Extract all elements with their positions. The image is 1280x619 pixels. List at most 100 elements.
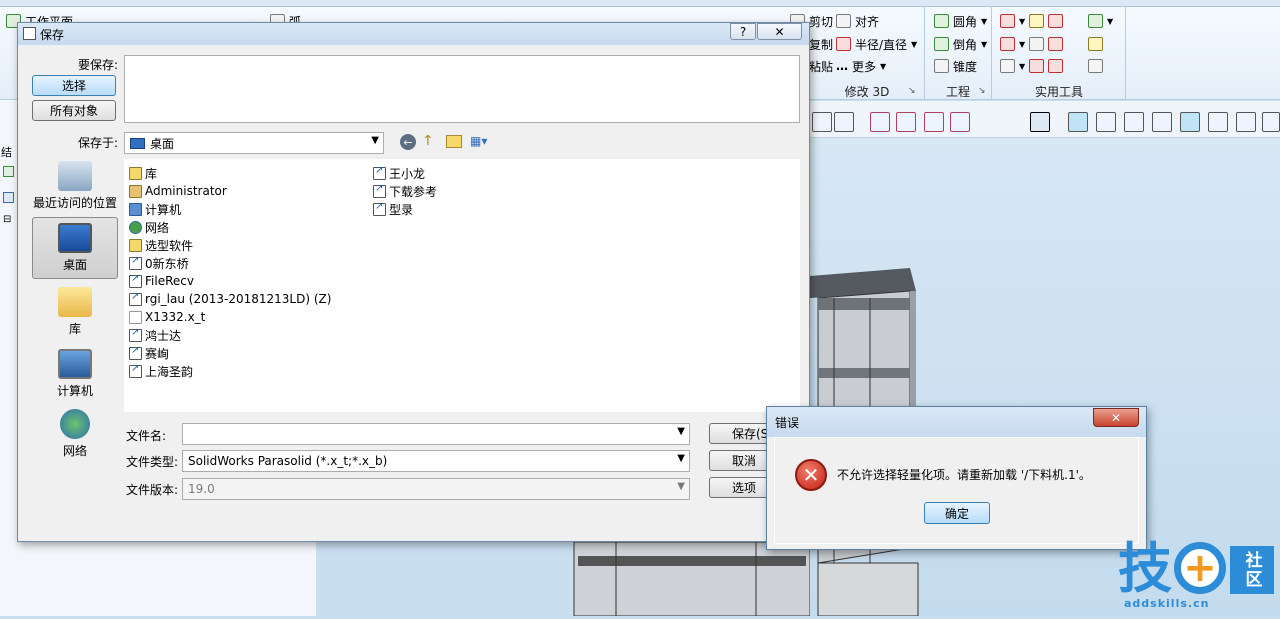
file-column-1: 库 Administrator 计算机 网络 选型软件 0新东桥 FileRec… [129,164,331,380]
watermark-url: addskills.cn [1124,597,1210,610]
chamfer-icon [934,37,949,51]
error-dialog-titlebar[interactable]: 错误 [767,407,1146,437]
error-dialog: 错误 ✕ ✕ 不允许选择轻量化项。请重新加载 '/下料机.1'。 确定 [766,406,1147,550]
place-desktop[interactable]: 桌面 [32,217,118,279]
list-item[interactable]: FileRecv [129,272,331,290]
view-left-icon[interactable] [1152,112,1172,132]
list-item[interactable]: 下载参考 [373,182,437,200]
to-save-label: 要保存: [78,58,119,72]
view-back-icon[interactable] [1180,112,1200,132]
view-more-icon[interactable] [1262,112,1280,132]
back-icon[interactable]: ← [400,134,416,150]
watermark-main: 技 [1118,537,1172,600]
viewport-left [316,541,811,617]
tree-node-icon[interactable] [3,166,14,177]
list-item[interactable]: 0新东桥 [129,254,331,272]
view-iso-icon[interactable] [1236,112,1256,132]
error-message: 不允许选择轻量化项。请重新加载 '/下料机.1'。 [837,468,1091,482]
place-recent[interactable]: 最近访问的位置 [32,161,118,211]
fillet-icon [934,14,949,28]
ribbon-chamfer-button[interactable]: 倒角 ▼ [934,35,987,53]
ribbon-tool-3[interactable]: ▼ [1000,57,1064,75]
view-top-icon[interactable] [1096,112,1116,132]
place-computer[interactable]: 计算机 [32,349,118,399]
ribbon-more-button[interactable]: … 更多 ▼ [836,57,886,75]
ribbon-tool-2[interactable]: ▼ [1000,35,1064,53]
ribbon-tab-strip [0,0,1280,7]
dialog-launcher-icon[interactable]: ↘ [908,86,916,96]
ribbon-align-button[interactable]: 对齐 [836,12,879,30]
desktop-icon [58,223,92,253]
to-save-list[interactable] [124,55,800,123]
tree-list-icon[interactable] [3,192,14,203]
list-item[interactable]: 网络 [129,218,331,236]
ribbon-tool-5[interactable] [1088,35,1103,53]
ribbon-edit-icon[interactable] [870,112,890,132]
snap2-icon[interactable] [950,112,970,132]
shortcut-icon [373,183,386,198]
list-item[interactable]: 计算机 [129,200,331,218]
snap-icon[interactable] [924,112,944,132]
list-item[interactable]: 鸿士达 [129,326,331,344]
place-network[interactable]: 网络 [32,409,118,459]
options-button[interactable]: 选项 [709,477,771,498]
document-icon [129,310,142,324]
network-icon [129,220,142,234]
help-button[interactable]: ? [730,23,756,40]
view-bottom-icon[interactable] [1208,112,1228,132]
list-item[interactable]: Administrator [129,182,331,200]
list-item[interactable]: 选型软件 [129,236,331,254]
ribbon-radius-button[interactable]: 半径/直径 ▼ [836,35,917,53]
close-button[interactable]: ✕ [757,23,802,40]
place-libraries[interactable]: 库 [32,287,118,337]
computer-icon [129,202,142,216]
shortcut-icon [373,165,386,180]
file-list[interactable]: 库 Administrator 计算机 网络 选型软件 0新东桥 FileRec… [124,159,800,412]
dialog-launcher-icon[interactable]: ↘ [978,86,986,96]
list-item[interactable]: 赛峋 [129,344,331,362]
ribbon-tool-6[interactable] [1088,57,1103,75]
filename-input[interactable]: ▼ [182,423,690,445]
ok-button[interactable]: 确定 [924,502,990,524]
cancel-button[interactable]: 取消 [709,450,771,471]
list-item[interactable]: X1332.x_t [129,308,331,326]
cube-icon[interactable] [812,112,832,132]
ribbon-fillet-button[interactable]: 圆角 ▼ [934,12,987,30]
filetype-dropdown[interactable]: SolidWorks Parasolid (*.x_t;*.x_b) ▼ [182,450,690,472]
up-folder-icon[interactable]: ↑ [422,133,434,149]
version-dropdown[interactable]: 19.0 ▼ [182,478,690,500]
chevron-down-icon: ▼ [677,426,685,437]
list-item[interactable]: 库 [129,164,331,182]
list-item[interactable]: 王小龙 [373,164,437,182]
list-item[interactable]: 上海圣韵 [129,362,331,380]
list-item[interactable]: rgi_lau (2013-20181213LD) (Z) [129,290,331,308]
select-button[interactable]: 选择 [32,75,116,96]
watermark-logo: 技 + 社区 addskills.cn [1118,540,1278,616]
error-close-button[interactable]: ✕ [1093,408,1139,427]
ribbon-taper-button[interactable]: 锥度 [934,57,977,75]
tree-collapse-icon[interactable]: ⊟ [3,214,11,225]
ribbon-tool-4[interactable]: ▼ [1088,12,1113,30]
user-folder-icon [129,184,142,198]
view-right-icon[interactable] [1124,112,1144,132]
error-dialog-body [774,437,1139,544]
view-mode-icon[interactable] [1030,112,1050,132]
structure-panel: 结 ⊟ [0,100,18,616]
folder-icon [129,238,142,252]
ribbon-edit2-icon[interactable] [896,112,916,132]
taper-icon [934,59,949,73]
save-button[interactable]: 保存(S [709,423,771,444]
new-folder-icon[interactable] [446,135,462,148]
list-item[interactable]: 型录 [373,200,437,218]
recent-places-icon [58,161,92,191]
filename-label: 文件名: [126,428,167,443]
all-objects-button[interactable]: 所有对象 [32,100,116,121]
shortcut-icon [129,363,142,378]
view-menu-icon[interactable]: ▦▾ [470,134,487,148]
save-dialog-titlebar[interactable]: 保存 [18,23,809,45]
save-in-dropdown[interactable]: 桌面 ▼ [124,132,384,154]
ribbon-tool-1[interactable]: ▼ [1000,12,1064,30]
view-front-icon[interactable] [1068,112,1088,132]
radius-icon [836,37,851,51]
cube-green-icon[interactable] [834,112,854,132]
